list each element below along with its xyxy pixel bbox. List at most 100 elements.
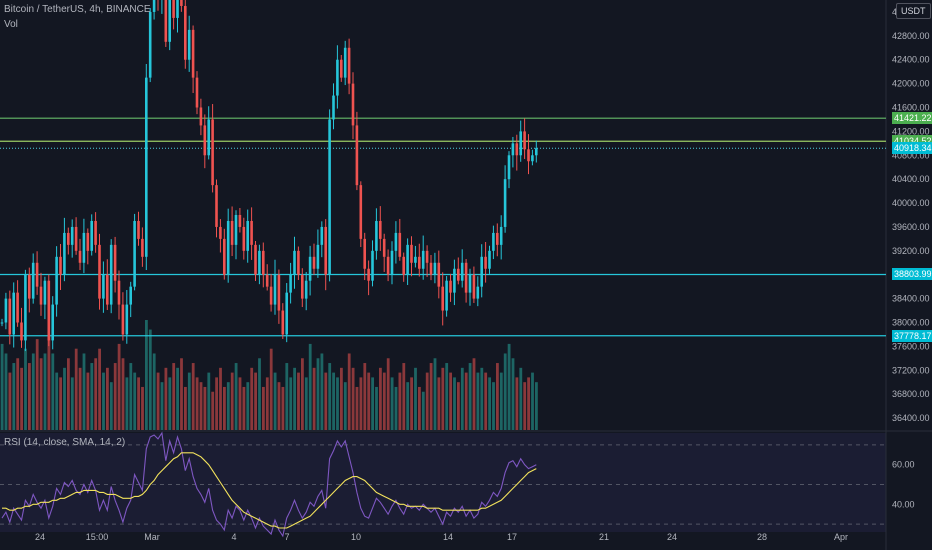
volume-bar — [324, 372, 328, 430]
volume-bar — [195, 377, 199, 430]
candle-body — [24, 274, 27, 341]
volume-bar — [24, 348, 27, 430]
volume-bar — [507, 343, 511, 430]
candle-body — [281, 310, 285, 335]
candle-body — [308, 256, 312, 281]
volume-bar — [59, 377, 62, 430]
volume-bar — [496, 363, 499, 430]
candle-body — [398, 232, 402, 257]
volume-bar — [382, 372, 386, 430]
candle-body — [394, 232, 398, 251]
candle-body — [90, 220, 93, 251]
price-tag: 41421.22 — [892, 112, 932, 125]
price-axis-label: 42400.00 — [892, 55, 930, 65]
candle-body — [437, 262, 441, 287]
candle-body — [484, 256, 487, 269]
symbol-legend[interactable]: Bitcoin / TetherUS, 4h, BINANCE — [4, 4, 151, 16]
candle-body — [499, 226, 503, 245]
time-axis-label: 7 — [284, 532, 289, 542]
volume-bar — [74, 348, 78, 430]
candle-body — [254, 244, 257, 275]
time-axis-label: 24 — [35, 532, 45, 542]
volume-bar — [340, 367, 343, 430]
volume-bar — [86, 372, 90, 430]
volume-bar — [359, 377, 363, 430]
candle-body — [363, 238, 366, 269]
volume-bar — [258, 358, 261, 430]
candle-body — [117, 280, 121, 305]
price-axis-label: 38000.00 — [892, 318, 930, 328]
volume-bar — [35, 339, 39, 430]
time-axis-label: 14 — [443, 532, 453, 542]
volume-bar — [187, 372, 191, 430]
candle-body — [316, 244, 320, 269]
volume-bar — [351, 367, 355, 430]
rsi-axis-label: 60.00 — [892, 460, 915, 470]
volume-bar — [316, 358, 320, 430]
tradingview-chart[interactable]: 36400.00 36800.00 37200.00 37600.00 38000.00… — [0, 0, 932, 550]
price-axis-label: 39200.00 — [892, 246, 930, 256]
volume-bar — [484, 372, 488, 430]
volume-bar — [43, 353, 47, 430]
volume-bar — [421, 391, 425, 430]
candle-body — [207, 119, 210, 156]
volume-bar — [137, 377, 140, 430]
candle-body — [527, 149, 530, 162]
time-axis-label: 28 — [757, 532, 767, 542]
candle-body — [141, 238, 144, 257]
volume-bar — [472, 358, 476, 430]
candle-body — [8, 298, 12, 335]
volume-bar — [414, 367, 417, 430]
candle-body — [133, 220, 136, 287]
volume-bar — [230, 372, 234, 430]
rsi-legend[interactable]: RSI (14, close, SMA, 14, 2) — [4, 437, 125, 449]
volume-legend[interactable]: Vol — [4, 19, 18, 31]
currency-button[interactable]: USDT — [896, 3, 931, 19]
candle-body — [390, 250, 394, 275]
volume-bar — [106, 367, 109, 430]
candle-body — [125, 304, 129, 335]
candle-body — [375, 220, 378, 251]
candle-body — [535, 148, 538, 156]
volume-bar — [16, 358, 20, 430]
volume-bar — [129, 363, 133, 430]
symbol-label: Bitcoin / TetherUS, 4h, BINANCE — [4, 4, 151, 15]
volume-bar — [141, 386, 144, 430]
volume-bar — [308, 343, 312, 430]
price-axis-label: 42800.00 — [892, 31, 930, 41]
candle-body — [312, 256, 316, 269]
volume-bar — [113, 363, 117, 430]
candle-body — [250, 220, 253, 245]
volume-bar — [242, 386, 246, 430]
volume-bar — [336, 377, 339, 430]
volume-bar — [269, 348, 273, 430]
candle-body — [507, 155, 511, 180]
volume-bar — [211, 391, 215, 430]
volume-bar — [499, 372, 503, 430]
volume-bar — [468, 363, 472, 430]
volume-bar — [184, 386, 187, 430]
candle-body — [4, 298, 8, 323]
volume-bar — [70, 377, 74, 430]
candle-body — [359, 185, 363, 239]
volume-bar — [531, 372, 534, 430]
volume-bar — [160, 382, 164, 430]
volume-bar — [433, 358, 437, 430]
volume-bar — [180, 358, 183, 430]
candle-body — [402, 256, 405, 275]
volume-bar — [402, 363, 406, 430]
volume-bar — [355, 386, 359, 430]
candle-body — [355, 125, 359, 186]
candle-body — [98, 244, 101, 299]
candle-body — [480, 256, 483, 287]
candle-body — [472, 274, 476, 299]
volume-bar — [125, 377, 129, 430]
candle-body — [320, 226, 324, 245]
candle-body — [78, 250, 82, 263]
candle-body — [246, 220, 249, 251]
volume-bar — [379, 367, 382, 430]
time-axis-label: Apr — [834, 532, 848, 542]
volume-bar — [281, 386, 285, 430]
candle-body — [460, 262, 464, 281]
candle-body — [215, 185, 218, 227]
